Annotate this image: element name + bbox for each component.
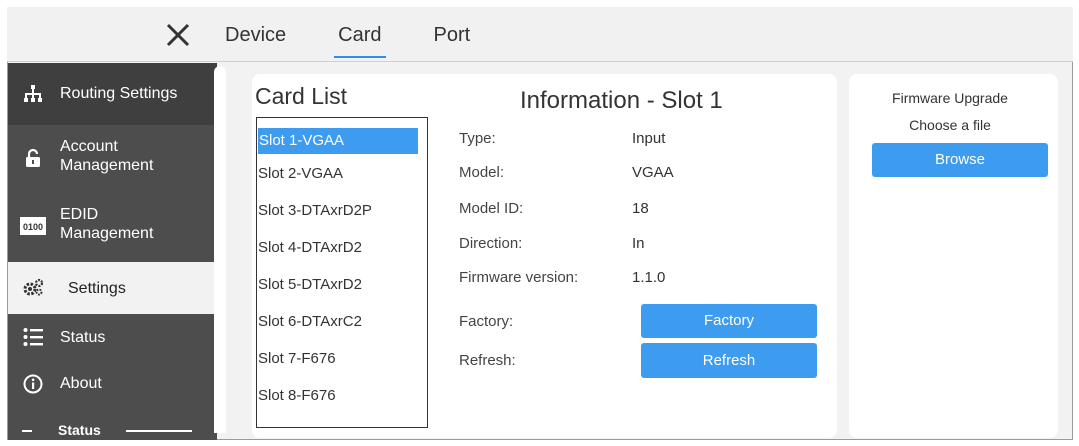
choose-file-label: Choose a file — [909, 117, 991, 133]
card-list-title: Card List — [255, 83, 348, 109]
factory-button[interactable]: Factory — [641, 304, 817, 338]
edid-icon: 0100 — [20, 215, 46, 237]
content-scroll-strip[interactable] — [214, 66, 226, 433]
direction-value: In — [632, 235, 645, 252]
sidebar-item-label: Routing Settings — [60, 85, 178, 102]
list-item[interactable]: Slot 4-DTAxrD2 — [257, 235, 427, 272]
list-item[interactable]: Slot 1-VGAA — [257, 118, 427, 161]
sidebar-item-account-management[interactable]: Account Management — [8, 125, 217, 190]
refresh-button[interactable]: Refresh — [641, 343, 817, 378]
info-title: Information - Slot 1 — [520, 87, 723, 114]
list-item[interactable]: Slot 5-DTAxrD2 — [257, 272, 427, 309]
list-item[interactable]: Slot 6-DTAxrC2 — [257, 309, 427, 346]
tab-port[interactable]: Port — [434, 7, 471, 62]
close-icon[interactable] — [163, 22, 193, 52]
firmware-upgrade-title: Firmware Upgrade — [892, 90, 1008, 106]
sidebar-item-label: Account Management — [60, 138, 154, 174]
sidebar-item-label: Settings — [68, 280, 126, 297]
browse-button[interactable]: Browse — [872, 143, 1048, 177]
divider — [22, 430, 32, 432]
sidebar: Routing Settings Account Management 0100… — [8, 63, 217, 440]
model-id-value: 18 — [632, 200, 649, 217]
type-value: Input — [632, 130, 666, 147]
tab-device[interactable]: Device — [225, 7, 286, 62]
list-item[interactable]: Slot 2-VGAA — [257, 161, 427, 198]
firmware-version-label: Firmware version: — [459, 269, 579, 286]
refresh-label: Refresh: — [459, 352, 516, 369]
lock-icon — [22, 147, 44, 169]
sidebar-item-status[interactable]: Status — [8, 314, 217, 360]
status-section-header: Status — [8, 420, 217, 440]
model-label: Model: — [459, 164, 505, 181]
direction-label: Direction: — [459, 235, 523, 252]
gears-icon — [22, 277, 44, 299]
section-label: Status — [58, 422, 101, 438]
network-icon — [22, 83, 44, 105]
list-icon — [22, 326, 44, 348]
type-label: Type: — [459, 130, 496, 147]
factory-label: Factory: — [459, 313, 514, 330]
tab-card[interactable]: Card — [334, 7, 386, 62]
list-item[interactable]: Slot 3-DTAxrD2P — [257, 198, 427, 235]
info-icon — [22, 373, 44, 395]
svg-text:0100: 0100 — [23, 222, 43, 232]
sidebar-item-about[interactable]: About — [8, 360, 217, 408]
sidebar-item-label: About — [60, 375, 102, 392]
firmware-version-value: 1.1.0 — [632, 269, 666, 286]
model-id-label: Model ID: — [459, 200, 524, 217]
model-value: VGAA — [632, 164, 674, 181]
top-tabs: Device Card Port — [225, 7, 522, 62]
sidebar-item-settings[interactable]: Settings — [8, 262, 217, 314]
list-item[interactable]: Slot 8-F676 — [257, 383, 427, 420]
sidebar-item-edid-management[interactable]: 0100 EDID Management — [8, 190, 217, 262]
slot-list[interactable]: Slot 1-VGAA Slot 2-VGAA Slot 3-DTAxrD2P … — [256, 117, 428, 428]
sidebar-item-routing-settings[interactable]: Routing Settings — [8, 63, 217, 125]
divider — [126, 430, 192, 432]
list-item[interactable]: Slot 7-F676 — [257, 346, 427, 383]
sidebar-item-label: Status — [60, 329, 106, 346]
sidebar-item-label: EDID Management — [60, 206, 154, 242]
